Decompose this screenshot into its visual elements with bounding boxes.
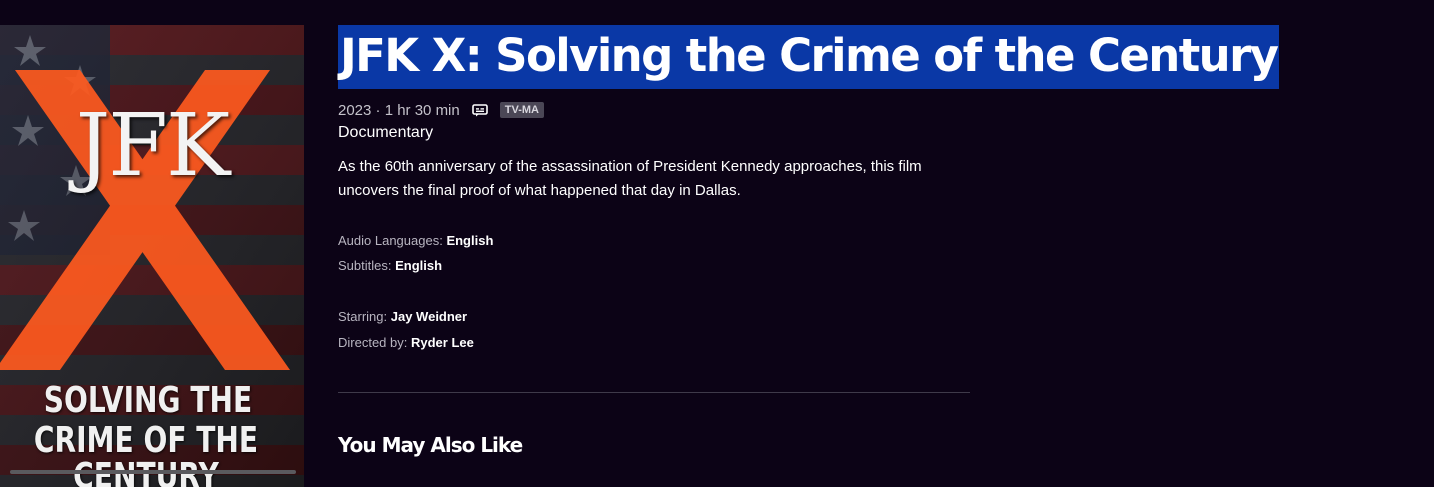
subtitles-label: Subtitles: xyxy=(338,258,396,273)
audio-languages-row: Audio Languages: English xyxy=(338,233,493,248)
section-divider xyxy=(338,392,970,393)
starring-value[interactable]: Jay Weidner xyxy=(391,309,467,324)
poster-title-art: JFK xyxy=(75,96,230,196)
movie-description: As the 60th anniversary of the assassina… xyxy=(338,158,922,199)
rating-badge: TV-MA xyxy=(499,102,544,118)
movie-title: JFK X: Solving the Crime of the Century xyxy=(338,25,1280,89)
subtitles-value: English xyxy=(395,258,443,273)
audio-languages-value: English xyxy=(446,233,494,248)
poster-subtitle-line1: SOLVING THE xyxy=(43,380,253,421)
movie-genre: Documentary xyxy=(338,124,434,141)
movie-detail-page: JFK SOLVING THE CRIME OF THE CENTURY JFK… xyxy=(0,0,1434,487)
poster-progress-bar xyxy=(10,470,296,474)
movie-meta: 2023 · 1 hr 30 min TV-MA xyxy=(338,100,544,120)
directed-by-row: Directed by: Ryder Lee xyxy=(338,335,474,350)
directed-by-label: Directed by: xyxy=(338,335,411,350)
starring-label: Starring: xyxy=(338,309,391,324)
directed-by-value[interactable]: Ryder Lee xyxy=(411,335,474,350)
starring-row: Starring: Jay Weidner xyxy=(338,309,467,324)
year-runtime: 2023 · 1 hr 30 min xyxy=(338,101,460,119)
audio-languages-label: Audio Languages: xyxy=(338,233,447,248)
closed-captions-icon xyxy=(471,103,488,117)
you-may-also-like-heading: You May Also Like xyxy=(338,433,523,457)
subtitles-row: Subtitles: English xyxy=(338,258,442,273)
poster-subtitle-line2: CRIME OF THE CENTURY xyxy=(33,420,259,487)
movie-poster[interactable]: JFK SOLVING THE CRIME OF THE CENTURY xyxy=(0,25,304,487)
